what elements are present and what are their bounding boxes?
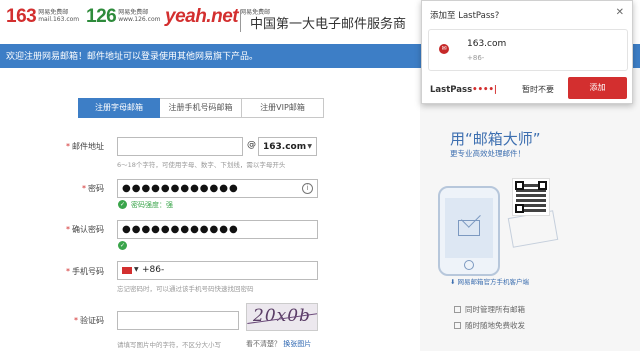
- lastpass-popup: 添加至 LastPass? ✕ ✉ 163.com +86- LastPass•…: [421, 0, 633, 104]
- phone-illustration: [438, 186, 500, 276]
- password-input[interactable]: ●●●●●●●●●●●● i: [117, 179, 318, 198]
- promo-title: 用“邮箱大师”: [450, 130, 541, 148]
- lastpass-username: +86-: [467, 54, 485, 62]
- page: 163 网易免费邮 mail.163.com 126 网易免费邮 www.126…: [0, 0, 640, 351]
- logo-163-sub2: mail.163.com: [38, 16, 80, 23]
- feature-item: 同时管理所有邮箱: [454, 304, 525, 315]
- register-tabs: 注册字母邮箱 注册手机号码邮箱 注册VIP邮箱: [78, 98, 324, 118]
- confirm-password-label: * 确认密码: [66, 225, 104, 234]
- captcha-input[interactable]: [117, 311, 239, 330]
- chevron-down-icon: ▼: [307, 143, 312, 150]
- logo-126-sub2: www.126.com: [118, 16, 161, 23]
- phone-input[interactable]: ▼ +86-: [117, 261, 318, 280]
- password-strength: 密码强度：强: [131, 201, 173, 209]
- promo-app-link[interactable]: ⬇ 网易邮箱官方手机客户端: [450, 276, 529, 286]
- download-icon: ⬇: [450, 278, 458, 286]
- captcha-refresh-link[interactable]: 换张图片: [283, 340, 311, 348]
- tab-phone-email[interactable]: 注册手机号码邮箱: [160, 98, 242, 118]
- logo-163-sub1: 网易免费邮: [38, 9, 69, 16]
- logo-126-text: 126: [86, 6, 117, 27]
- site-favicon-icon: ✉: [439, 44, 449, 54]
- check-icon: ✓: [118, 241, 127, 250]
- check-icon: ✓: [118, 200, 127, 209]
- domain-select[interactable]: 163.com ▼: [258, 137, 317, 156]
- close-icon[interactable]: ✕: [616, 7, 624, 18]
- confirm-password-input[interactable]: ●●●●●●●●●●●●: [117, 220, 318, 239]
- lastpass-site-card[interactable]: ✉ 163.com +86-: [428, 29, 628, 71]
- captcha-hint: 请填写图片中的字符，不区分大小写: [117, 341, 221, 349]
- at-sign: @: [247, 140, 256, 150]
- banner-text: 欢迎注册网易邮箱！邮件地址可以登录使用其他网易旗下产品。: [6, 52, 259, 62]
- lastpass-site: 163.com: [467, 39, 507, 49]
- add-button[interactable]: 添加: [568, 77, 627, 99]
- email-input[interactable]: [117, 137, 243, 156]
- logo-126[interactable]: 126 网易免费邮 www.126.com: [86, 6, 160, 28]
- checkbox-icon: [454, 306, 461, 313]
- logo-yeah-text: yeah.net: [165, 6, 239, 27]
- qr-code: [512, 178, 550, 216]
- header-slogan: 中国第一大电子邮件服务商: [250, 17, 407, 32]
- password-label: * 密码: [82, 184, 104, 193]
- lastpass-title: 添加至 LastPass?: [430, 11, 500, 21]
- promo-subtitle: 更专业高效处理邮件！: [450, 149, 525, 158]
- captcha-image[interactable]: 20x0b: [246, 303, 318, 331]
- tab-vip-email[interactable]: 注册VIP邮箱: [242, 98, 324, 118]
- phone-label: * 手机号码: [66, 267, 104, 276]
- not-now-button[interactable]: 暂时不要: [522, 84, 554, 95]
- promo-panel: 用“邮箱大师” 更专业高效处理邮件！ ⬇ 网易邮箱官方手机客户端 同时管理所有邮…: [420, 68, 640, 351]
- lastpass-logo: LastPass••••|: [430, 85, 497, 95]
- captcha-unclear-text: 看不清楚？: [246, 340, 281, 348]
- captcha-label: * 验证码: [74, 316, 104, 325]
- chevron-down-icon[interactable]: ▼: [134, 266, 139, 273]
- header-divider: [240, 10, 241, 32]
- show-password-icon[interactable]: i: [302, 183, 313, 194]
- feature-item: 随时随地免费收发: [454, 320, 525, 331]
- email-hint: 6～18个字符，可使用字母、数字、下划线，需以字母开头: [117, 161, 286, 169]
- logo-163[interactable]: 163 网易免费邮 mail.163.com: [6, 6, 79, 28]
- china-flag-icon[interactable]: [122, 267, 132, 274]
- tab-letter-email[interactable]: 注册字母邮箱: [78, 98, 160, 118]
- checkbox-icon: [454, 322, 461, 329]
- envelope-icon: [458, 220, 480, 236]
- logo-163-text: 163: [6, 6, 37, 27]
- logo-126-sub1: 网易免费邮: [118, 9, 149, 16]
- captcha-links: 看不清楚？ 换张图片: [246, 339, 311, 349]
- phone-hint: 忘记密码时，可以通过该手机号码快速找回密码: [117, 285, 254, 293]
- email-label: * 邮件地址: [66, 142, 104, 151]
